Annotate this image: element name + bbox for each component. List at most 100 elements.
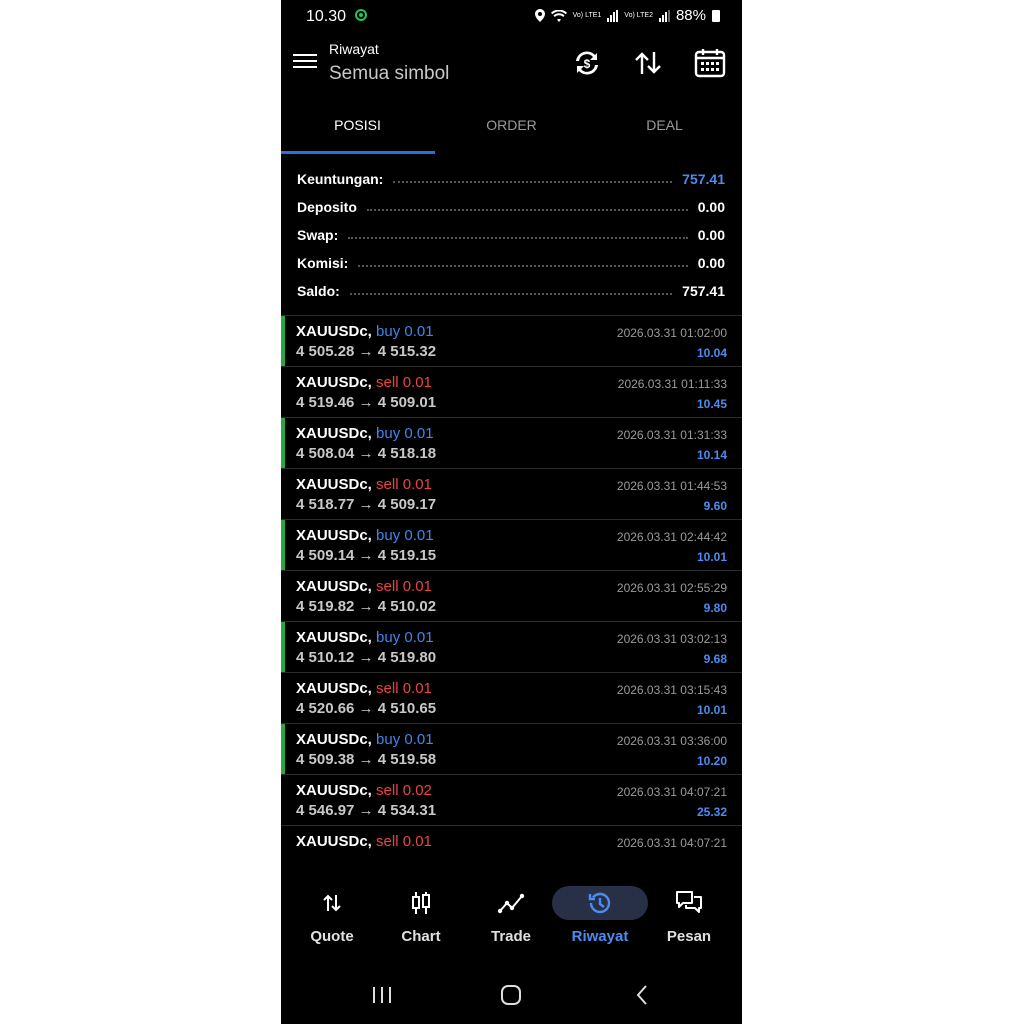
tab-deal[interactable]: DEAL [588, 100, 741, 152]
summary-row-commission: Komisi: 0.00 [297, 249, 725, 277]
deal-title: XAUUSDc, sell 0.01 [296, 374, 432, 391]
currency-exchange-icon: $ [576, 51, 598, 75]
deal-profit: 25.32 [696, 805, 727, 819]
signal-icon [607, 9, 619, 22]
deal-type: buy 0.01 [376, 527, 434, 544]
summary-row-deposit: Deposito 0.00 [297, 193, 725, 221]
deal-time: 2026.03.31 02:44:42 [616, 530, 727, 544]
deal-row[interactable]: XAUUSDc, buy 0.01 4 509.14 → 4 519.15 2026… [281, 519, 742, 570]
date-range-button[interactable] [693, 46, 727, 80]
dotted-leader [366, 209, 688, 211]
nav-label: Riwayat [571, 928, 629, 945]
deal-time: 2026.03.31 03:02:13 [616, 632, 727, 646]
recent-apps-icon[interactable] [367, 982, 397, 1008]
deal-symbol: XAUUSDc, [296, 782, 372, 799]
calendar-icon [694, 49, 726, 78]
battery-icon [712, 9, 720, 22]
app-screen: 10.30 Vo) LTE1 Vo) LTE2 88% Riwayat Semu… [281, 0, 742, 1024]
deal-row[interactable]: XAUUSDc, buy 0.01 4 510.12 → 4 519.80 2026… [281, 621, 742, 672]
nav-label: Chart [401, 928, 441, 945]
network-label-2: Vo) LTE2 [624, 12, 653, 19]
summary-label: Komisi: [297, 255, 349, 271]
deal-profit: 10.01 [696, 703, 727, 717]
deal-time: 2026.03.31 01:02:00 [616, 326, 727, 340]
nav-label: Quote [310, 928, 354, 945]
history-icon [552, 886, 648, 920]
deal-profit: 10.45 [696, 397, 727, 411]
summary-panel: Keuntungan: 757.41 Deposito 0.00 Swap: 0… [297, 165, 725, 305]
deal-prices: 4 510.12 → 4 519.80 [296, 649, 437, 666]
hamburger-menu-icon[interactable] [293, 50, 317, 70]
deal-title: XAUUSDc, sell 0.01 [296, 476, 432, 493]
svg-text:$: $ [584, 57, 591, 71]
system-navigation-bar [281, 966, 742, 1024]
tab-posisi[interactable]: POSISI [281, 100, 434, 152]
home-icon[interactable] [496, 982, 526, 1008]
candlestick-icon [401, 886, 441, 920]
bottom-navigation: Quote Chart Trade Riwayat Pesan [281, 876, 742, 966]
deal-type: sell 0.01 [376, 374, 432, 391]
deal-type: sell 0.02 [376, 782, 432, 799]
quote-arrows-icon [312, 886, 352, 920]
nav-pesan[interactable]: Pesan [646, 882, 732, 962]
deal-time: 2026.03.31 01:31:33 [616, 428, 727, 442]
deal-row[interactable]: XAUUSDc, sell 0.01 4 519.82 → 4 510.02 202… [281, 570, 742, 621]
summary-label: Keuntungan: [297, 171, 384, 187]
deal-type: buy 0.01 [376, 731, 434, 748]
deal-row[interactable]: XAUUSDc, sell 0.01 2026.03.31 04:07:21 [281, 825, 742, 876]
deal-prices: 4 508.04 → 4 518.18 [296, 445, 437, 462]
dotted-leader [349, 293, 673, 295]
deal-profit: 10.14 [696, 448, 727, 462]
deal-symbol: XAUUSDc, [296, 680, 372, 697]
deal-prices: 4 509.38 → 4 519.58 [296, 751, 437, 768]
deal-row[interactable]: XAUUSDc, buy 0.01 4 508.04 → 4 518.18 2026… [281, 417, 742, 468]
tab-bar: POSISI ORDER DEAL [281, 100, 742, 154]
active-tab-indicator [281, 151, 435, 154]
network-label-1: Vo) LTE1 [572, 12, 602, 19]
deal-row[interactable]: XAUUSDc, sell 0.01 4 520.66 → 4 510.65 202… [281, 672, 742, 723]
deal-time: 2026.03.31 04:07:21 [616, 836, 727, 850]
nav-chart[interactable]: Chart [378, 882, 464, 962]
summary-label: Deposito [297, 199, 357, 215]
deal-prices: 4 518.77 → 4 509.17 [296, 496, 437, 513]
deal-time: 2026.03.31 02:55:29 [616, 581, 727, 595]
deal-symbol: XAUUSDc, [296, 323, 372, 340]
deal-row[interactable]: XAUUSDc, sell 0.02 4 546.97 → 4 534.31 202… [281, 774, 742, 825]
nav-trade[interactable]: Trade [468, 882, 554, 962]
currency-refresh-button[interactable]: $ [570, 46, 604, 80]
trade-line-icon [491, 886, 531, 920]
nav-label: Pesan [666, 928, 712, 945]
symbol-filter[interactable]: Semua simbol [329, 63, 449, 85]
deal-type: sell 0.01 [376, 578, 432, 595]
deal-title: XAUUSDc, buy 0.01 [296, 527, 434, 544]
deal-row[interactable]: XAUUSDc, sell 0.01 4 519.46 → 4 509.01 202… [281, 366, 742, 417]
deal-title: XAUUSDc, buy 0.01 [296, 731, 434, 748]
deal-row[interactable]: XAUUSDc, buy 0.01 4 505.28 → 4 515.32 2026… [281, 315, 742, 366]
nav-riwayat[interactable]: Riwayat [552, 882, 648, 962]
summary-value: 757.41 [682, 171, 725, 187]
sort-button[interactable] [631, 46, 665, 80]
deal-row[interactable]: XAUUSDc, sell 0.01 4 518.77 → 4 509.17 202… [281, 468, 742, 519]
deal-prices: 4 509.14 → 4 519.15 [296, 547, 437, 564]
deal-profit: 10.20 [696, 754, 727, 768]
deal-row[interactable]: XAUUSDc, buy 0.01 4 509.38 → 4 519.58 2026… [281, 723, 742, 774]
deal-prices: 4 520.66 → 4 510.65 [296, 700, 437, 717]
deal-title: XAUUSDc, buy 0.01 [296, 323, 434, 340]
summary-value: 0.00 [697, 199, 725, 215]
status-time: 10.30 [306, 8, 347, 25]
summary-value: 757.41 [682, 283, 725, 299]
summary-label: Swap: [297, 227, 339, 243]
tab-order[interactable]: ORDER [435, 100, 588, 152]
summary-row-swap: Swap: 0.00 [297, 221, 725, 249]
deal-prices: 4 505.28 → 4 515.32 [296, 343, 437, 360]
deals-list: XAUUSDc, buy 0.01 4 505.28 → 4 515.32 2026… [281, 315, 742, 876]
nav-quote[interactable]: Quote [289, 882, 375, 962]
deal-prices: 4 546.97 → 4 534.31 [296, 802, 437, 819]
deal-title: XAUUSDc, sell 0.01 [296, 833, 432, 850]
deal-symbol: XAUUSDc, [296, 629, 372, 646]
deal-profit: 9.60 [703, 499, 727, 513]
deal-type: buy 0.01 [376, 629, 434, 646]
deal-symbol: XAUUSDc, [296, 425, 372, 442]
location-sharing-icon [355, 9, 367, 21]
back-icon[interactable] [627, 982, 657, 1008]
